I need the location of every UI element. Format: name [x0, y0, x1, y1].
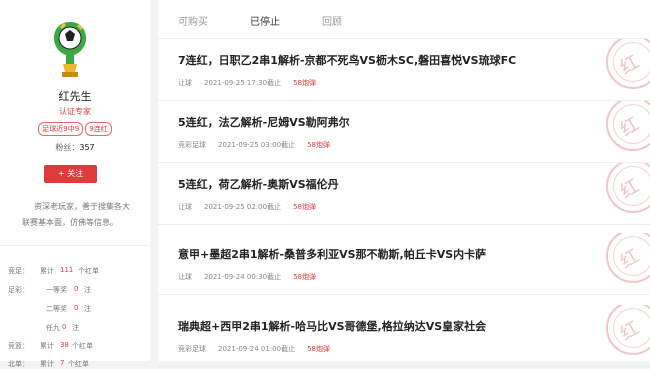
- item-price: 58炮弹: [307, 345, 331, 353]
- item-title[interactable]: 5连红，荷乙解析-奥斯VS福伦丹: [178, 176, 339, 192]
- stat-suffix: 注: [72, 324, 79, 332]
- item-category: 竞彩足球: [178, 345, 206, 353]
- stat-row: 竞足： 累计 111 个红单: [8, 266, 99, 276]
- achievement-tags: 足球近9中9 9连红: [0, 122, 150, 136]
- stat-value: 0: [62, 323, 67, 331]
- red-stamp-icon: 红: [606, 233, 650, 283]
- stat-label: 北单：: [8, 360, 29, 368]
- fans-count: 粉丝：357: [0, 142, 150, 153]
- fans-value: 357: [79, 143, 95, 152]
- item-deadline: 2021-09-24 00:30截止: [204, 273, 282, 281]
- red-stamp-icon: 红: [606, 163, 650, 213]
- stat-value: 111: [60, 266, 74, 274]
- sidebar-divider: [0, 245, 150, 246]
- item-meta: 竞彩足球 2021-09-24 01:00截止 58炮弹: [178, 344, 330, 354]
- expert-bio: 资深老玩家，善于搜集各大联赛基本面，仿佛等信息。: [22, 202, 130, 227]
- item-meta: 让球 2021-09-25 17:30截止 58炮弹: [178, 78, 316, 88]
- fans-label: 粉丝：: [55, 143, 80, 152]
- item-category: 让球: [178, 273, 192, 281]
- stat-value: 7: [60, 359, 65, 367]
- stat-label: 竞篮：: [8, 342, 29, 350]
- item-deadline: 2021-09-25 17:30截止: [204, 79, 282, 87]
- stat-suffix: 注: [84, 286, 91, 294]
- stat-prefix: 二等奖: [46, 305, 67, 313]
- stamp-text: 红: [616, 317, 643, 345]
- item-category: 让球: [178, 79, 192, 87]
- list-item[interactable]: 7连红，日职乙2串1解析-京都不死鸟VS枥木SC,磐田喜悦VS琉球FC 让球 20…: [158, 39, 650, 101]
- red-stamp-icon: 红: [606, 101, 650, 151]
- tab-stopped[interactable]: 已停止: [250, 13, 280, 28]
- stat-suffix: 注: [84, 305, 91, 313]
- streak-badge: 9连红: [85, 122, 112, 136]
- tab-bar: 可购买 已停止 回顾: [158, 0, 650, 39]
- expert-name: 红先生: [58, 90, 92, 103]
- stamp-text: 红: [616, 175, 643, 203]
- stat-label: 竞足：: [8, 267, 29, 275]
- list-item[interactable]: 意甲+墨超2串1解析-桑普多利亚VS那不勒斯,帕丘卡VS内卡萨 让球 2021-0…: [158, 233, 650, 295]
- item-category: 让球: [178, 203, 192, 211]
- stat-suffix: 个红单: [78, 267, 99, 275]
- stat-value: 38: [60, 341, 69, 349]
- stamp-text: 红: [616, 245, 643, 273]
- stat-row: 足彩： 一等奖 0 注: [8, 285, 91, 295]
- item-title[interactable]: 5连红，法乙解析-尼姆VS勒阿弗尔: [178, 114, 350, 130]
- record-badge: 足球近9中9: [38, 122, 84, 136]
- list-item[interactable]: 5连红，法乙解析-尼姆VS勒阿弗尔 竞彩足球 2021-09-25 03:00截止…: [158, 101, 650, 163]
- list-item[interactable]: 瑞典超+西甲2串1解析-哈马比VS哥德堡,格拉纳达VS皇家社会 竞彩足球 2021…: [158, 305, 650, 367]
- stat-prefix: 一等奖: [46, 286, 67, 294]
- tab-available[interactable]: 可购买: [178, 13, 208, 28]
- stat-value: 0: [74, 304, 79, 312]
- red-stamp-icon: 红: [606, 305, 650, 355]
- item-title[interactable]: 意甲+墨超2串1解析-桑普多利亚VS那不勒斯,帕丘卡VS内卡萨: [178, 246, 486, 262]
- item-price: 58炮弹: [293, 79, 317, 87]
- stat-label: 足彩：: [8, 286, 29, 294]
- item-price: 58炮弹: [293, 203, 317, 211]
- item-price: 58炮弹: [293, 273, 317, 281]
- item-meta: 让球 2021-09-24 00:30截止 58炮弹: [178, 272, 316, 282]
- list-item[interactable]: 5连红，荷乙解析-奥斯VS福伦丹 让球 2021-09-25 02:00截止 58炮…: [158, 163, 650, 225]
- follow-button[interactable]: + 关注: [44, 165, 97, 183]
- stat-row: 竞篮： 累计 38 个红单: [8, 341, 93, 351]
- item-meta: 竞彩足球 2021-09-25 03:00截止 58炮弹: [178, 140, 330, 150]
- stat-suffix: 个红单: [72, 342, 93, 350]
- item-price: 58炮弹: [307, 141, 331, 149]
- stat-value: 0: [74, 285, 79, 293]
- item-deadline: 2021-09-24 01:00截止: [218, 345, 296, 353]
- tab-review[interactable]: 回顾: [322, 13, 342, 28]
- avatar[interactable]: [53, 20, 87, 80]
- stat-prefix: 累计: [40, 267, 54, 275]
- certified-label: 认证专家: [59, 107, 91, 116]
- item-deadline: 2021-09-25 03:00截止: [218, 141, 296, 149]
- expert-sidebar: 红先生 认证专家 足球近9中9 9连红 粉丝：357 + 关注 资深老玩家，善于…: [0, 0, 150, 368]
- stat-prefix: 任九: [46, 324, 60, 332]
- item-deadline: 2021-09-25 02:00截止: [204, 203, 282, 211]
- stamp-text: 红: [616, 51, 643, 79]
- item-title[interactable]: 瑞典超+西甲2串1解析-哈马比VS哥德堡,格拉纳达VS皇家社会: [178, 318, 486, 334]
- item-category: 竞彩足球: [178, 141, 206, 149]
- item-title[interactable]: 7连红，日职乙2串1解析-京都不死鸟VS枥木SC,磐田喜悦VS琉球FC: [178, 52, 516, 68]
- item-meta: 让球 2021-09-25 02:00截止 58炮弹: [178, 202, 316, 212]
- red-stamp-icon: 红: [606, 39, 650, 89]
- stamp-text: 红: [616, 113, 643, 141]
- stat-prefix: 累计: [40, 342, 54, 350]
- main-content: 可购买 已停止 回顾 7连红，日职乙2串1解析-京都不死鸟VS枥木SC,磐田喜悦…: [158, 0, 650, 367]
